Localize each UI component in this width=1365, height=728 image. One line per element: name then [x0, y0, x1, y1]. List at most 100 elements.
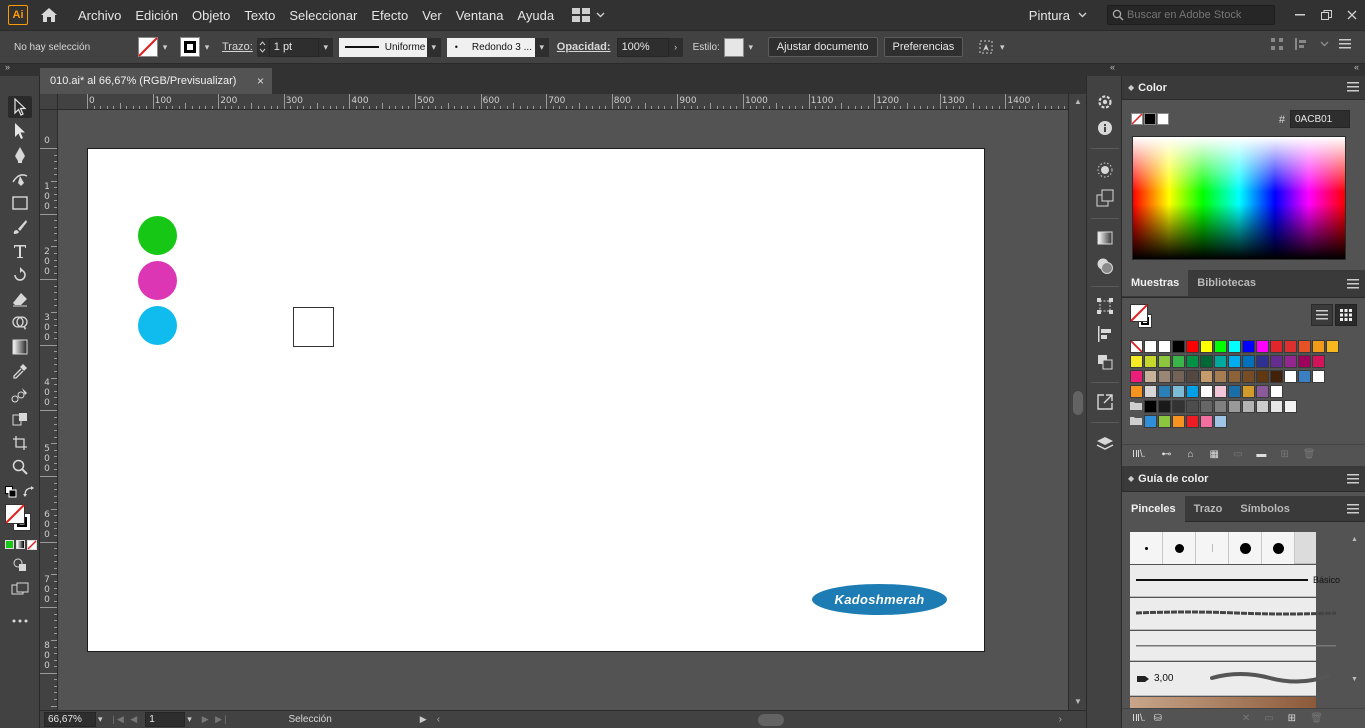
type-tool[interactable] [8, 240, 32, 262]
brush-item[interactable] [1262, 532, 1295, 564]
tab-simbolos[interactable]: Símbolos [1231, 496, 1299, 522]
color-swatch[interactable] [1284, 370, 1297, 383]
canvas[interactable]: Kadoshmerah [58, 110, 1068, 710]
color-swatch[interactable] [1242, 355, 1255, 368]
color-swatch[interactable] [1200, 400, 1213, 413]
rectangle-tool[interactable] [8, 192, 32, 214]
color-swatch[interactable] [1312, 370, 1325, 383]
screen-mode-button[interactable] [8, 578, 32, 600]
draw-mode-button[interactable] [8, 554, 32, 576]
stroke-label[interactable]: Trazo: [222, 41, 253, 53]
swatch-libraries-menu-icon[interactable]: ⅠⅡ\. [1132, 449, 1145, 460]
color-swatch[interactable] [1172, 415, 1185, 428]
transform-options-button[interactable]: ▾ [977, 36, 1009, 58]
color-swatch[interactable] [1200, 355, 1213, 368]
color-swatch[interactable] [1214, 355, 1227, 368]
color-swatch[interactable] [1312, 355, 1325, 368]
delete-swatch-icon[interactable]: 🗑 [1303, 449, 1316, 460]
color-swatch[interactable] [1186, 400, 1199, 413]
color-swatch[interactable] [1298, 355, 1311, 368]
tab-trazo[interactable]: Trazo [1185, 496, 1232, 522]
horizontal-scroll-thumb[interactable] [758, 714, 784, 726]
cyan-circle[interactable] [138, 306, 177, 345]
color-swatch[interactable] [1270, 340, 1283, 353]
color-swatch[interactable] [1158, 340, 1171, 353]
color-group-icon[interactable]: ▦ [1209, 449, 1218, 460]
paintbrush-tool[interactable] [8, 216, 32, 238]
panel-menu-icon[interactable] [1347, 82, 1359, 92]
chevron-right-icon[interactable]: › [668, 37, 683, 57]
artboard-number-input[interactable]: 1 [145, 712, 186, 727]
document-tab[interactable]: 010.ai* al 66,67% (RGB/Previsualizar) × [40, 68, 272, 94]
color-swatch[interactable] [1144, 400, 1157, 413]
gradient-tool[interactable] [8, 336, 32, 358]
color-swatch[interactable] [1186, 340, 1199, 353]
graphic-styles-panel-button[interactable] [1095, 188, 1115, 208]
color-swatch[interactable] [1214, 370, 1227, 383]
scroll-up-icon[interactable]: ▲ [1351, 536, 1358, 543]
eraser-tool[interactable] [8, 288, 32, 310]
color-swatch[interactable] [1256, 400, 1269, 413]
tab-muestras[interactable]: Muestras [1122, 270, 1189, 296]
black-swatch[interactable] [1144, 113, 1156, 125]
menu-efecto[interactable]: Efecto [371, 8, 408, 23]
color-swatch[interactable] [1298, 370, 1311, 383]
menu-texto[interactable]: Texto [244, 8, 275, 23]
brush-item[interactable] [1163, 532, 1196, 564]
close-tab-icon[interactable]: × [257, 74, 264, 88]
align-icon[interactable] [1270, 37, 1284, 51]
home-icon[interactable] [38, 5, 60, 25]
color-swatch[interactable] [1130, 385, 1143, 398]
menu-ventana[interactable]: Ventana [456, 8, 504, 23]
color-swatch[interactable] [1186, 370, 1199, 383]
stroke-color-control[interactable]: ▾ [180, 36, 214, 58]
ruler-origin[interactable] [40, 94, 58, 110]
color-swatch[interactable] [1158, 370, 1171, 383]
shape-builder-tool[interactable] [8, 312, 32, 334]
stock-search-input[interactable] [1127, 9, 1267, 21]
color-swatch[interactable] [1214, 400, 1227, 413]
color-swatch[interactable] [1144, 355, 1157, 368]
bristle-brush-row[interactable]: 3,00 [1130, 662, 1330, 696]
color-swatch[interactable] [1270, 385, 1283, 398]
color-swatch[interactable] [1228, 385, 1241, 398]
restore-button[interactable] [1313, 5, 1339, 25]
color-swatch[interactable] [1144, 415, 1157, 428]
color-swatch[interactable] [1158, 400, 1171, 413]
preferences-button[interactable]: Preferencias [883, 37, 964, 57]
distribute-icon[interactable] [1294, 37, 1310, 51]
align-panel-button[interactable] [1095, 324, 1115, 344]
panel-menu-icon[interactable] [1347, 504, 1359, 514]
color-swatch[interactable] [1144, 340, 1157, 353]
panel-menu-icon[interactable] [1347, 474, 1359, 484]
color-swatch[interactable] [1130, 355, 1143, 368]
graphic-style-control[interactable]: ▾ [723, 36, 758, 58]
color-swatch[interactable] [1228, 340, 1241, 353]
stroke-profile-select[interactable]: Uniforme [338, 37, 427, 57]
direct-selection-tool[interactable] [8, 120, 32, 142]
color-swatch[interactable] [1256, 355, 1269, 368]
color-swatch[interactable] [1172, 385, 1185, 398]
status-menu-arrow-icon[interactable]: ▶ [420, 714, 427, 725]
green-circle[interactable] [138, 216, 177, 255]
blend-tool[interactable] [8, 384, 32, 406]
color-swatch[interactable] [1200, 415, 1213, 428]
new-brush-icon[interactable]: ⊞ [1288, 713, 1296, 724]
color-swatch[interactable] [1172, 370, 1185, 383]
menu-archivo[interactable]: Archivo [78, 8, 121, 23]
pen-tool[interactable] [8, 144, 32, 166]
color-swatch[interactable] [1214, 415, 1227, 428]
chevron-down-icon[interactable]: ▾ [534, 37, 549, 57]
panels-collapse-handle[interactable]: « [1122, 62, 1365, 76]
hex-color-input[interactable]: 0ACB01 [1290, 110, 1350, 128]
color-mode-button[interactable] [5, 540, 14, 549]
fit-document-button[interactable]: Ajustar documento [767, 37, 878, 57]
chevron-down-icon[interactable]: ▾ [426, 37, 441, 57]
tab-pinceles[interactable]: Pinceles [1122, 496, 1185, 522]
brush-item[interactable] [1229, 532, 1262, 564]
color-swatch[interactable] [1242, 385, 1255, 398]
brush-select[interactable]: • Redondo 3 ... [446, 37, 535, 57]
list-view-button[interactable] [1311, 304, 1333, 326]
default-colors-swap[interactable] [5, 486, 35, 500]
color-swatch[interactable] [1144, 385, 1157, 398]
